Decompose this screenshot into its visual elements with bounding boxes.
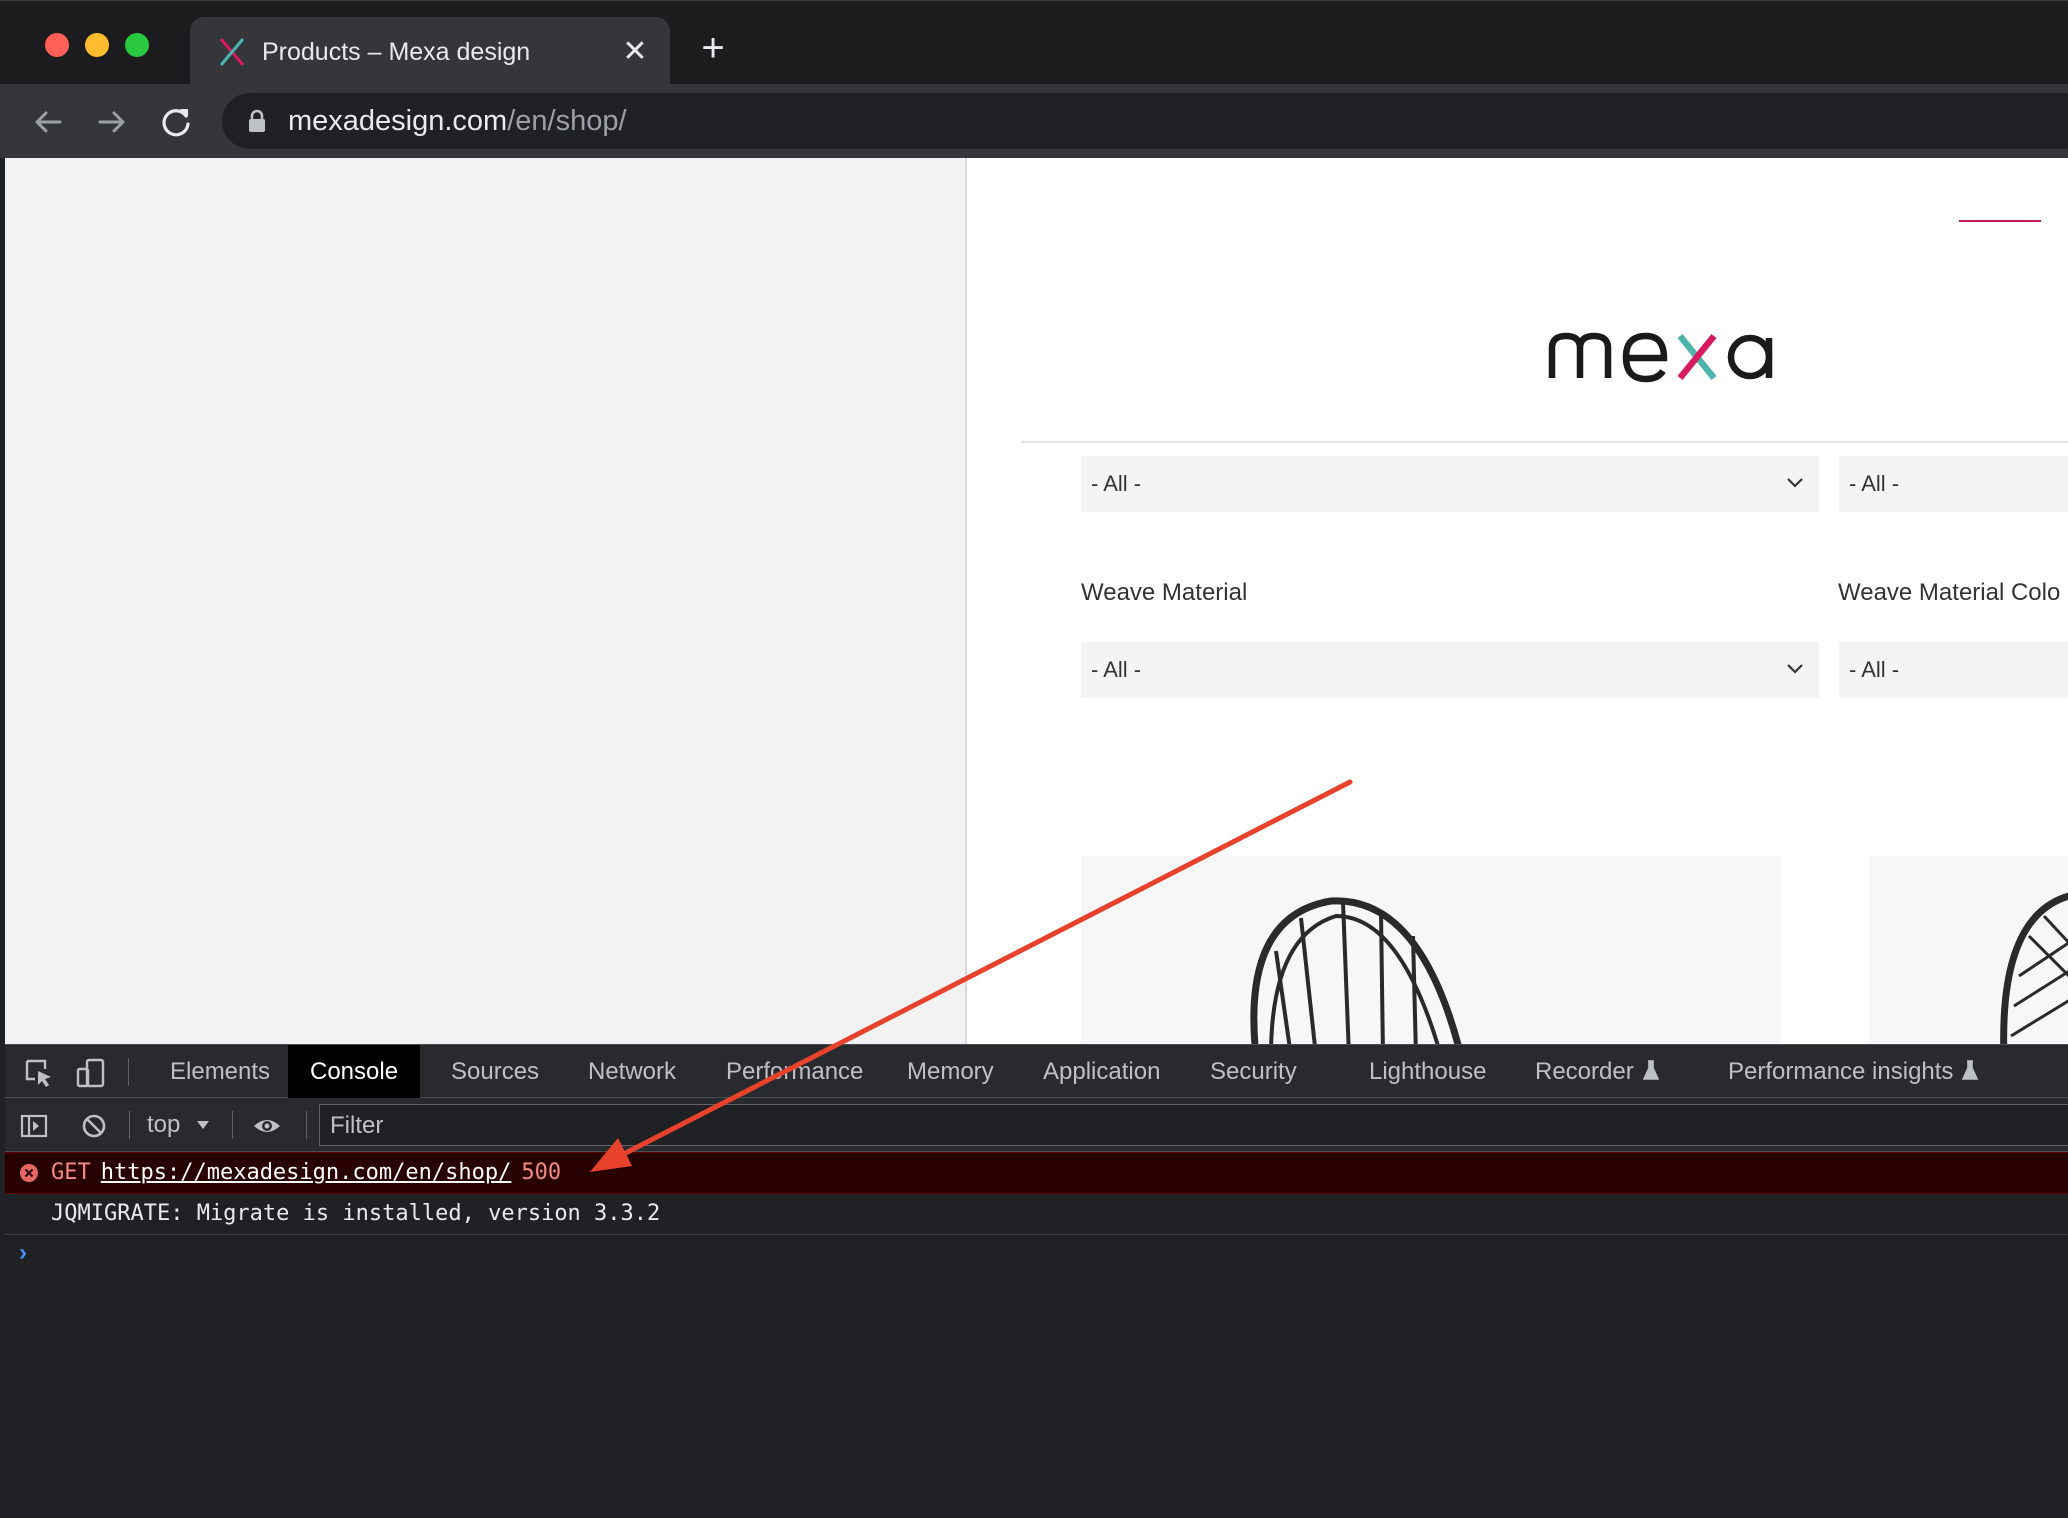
devtools-tab-bar: Elements Console Sources Network Perform… — [5, 1044, 2068, 1098]
error-method: GET — [51, 1160, 91, 1185]
mexa-favicon-icon — [219, 38, 245, 66]
weave-material-color-select[interactable]: - All - — [1839, 642, 2068, 698]
page-viewport: - All - - All - Weave Material Weave Mat… — [5, 158, 2068, 1044]
tab-application[interactable]: Application — [1021, 1045, 1182, 1098]
error-message: GET https://mexadesign.com/en/shop/500 — [51, 1153, 561, 1193]
console-log-row[interactable]: JQMIGRATE: Migrate is installed, version… — [5, 1195, 2068, 1235]
toolbar-separator — [129, 1111, 130, 1139]
tab-memory[interactable]: Memory — [885, 1045, 1016, 1098]
address-bar[interactable]: mexadesign.com/en/shop/ — [222, 93, 2068, 149]
left-blank-panel — [5, 158, 967, 1044]
tab-sources[interactable]: Sources — [429, 1045, 561, 1098]
tab-network[interactable]: Network — [566, 1045, 698, 1098]
weave-material-color-label: Weave Material Colo — [1838, 579, 2061, 606]
url-host: mexadesign.com — [288, 105, 508, 137]
chair-image — [1250, 897, 1462, 1044]
filter-select-1[interactable]: - All - — [1081, 456, 1819, 512]
log-message: JQMIGRATE: Migrate is installed, version… — [51, 1201, 661, 1226]
console-error-row[interactable]: GET https://mexadesign.com/en/shop/500 — [5, 1152, 2068, 1194]
inspect-element-icon[interactable] — [23, 1057, 55, 1089]
reload-icon[interactable] — [154, 100, 198, 144]
device-toolbar-icon[interactable] — [75, 1057, 107, 1089]
new-tab-button[interactable]: + — [693, 28, 733, 69]
back-arrow-icon[interactable] — [26, 100, 70, 144]
error-url-link[interactable]: https://mexadesign.com/en/shop/ — [101, 1160, 512, 1185]
error-x-icon — [20, 1164, 38, 1182]
js-context-selector[interactable]: top — [147, 1110, 180, 1140]
toolbar-separator — [306, 1111, 307, 1139]
browser-toolbar: mexadesign.com/en/shop/ — [0, 84, 2068, 158]
chevron-down-icon — [1787, 664, 1803, 674]
chair-image — [2000, 892, 2068, 1044]
tab-console[interactable]: Console — [288, 1045, 421, 1098]
url-path: /en/shop/ — [507, 105, 627, 137]
toolbar-separator — [128, 1058, 129, 1086]
forward-arrow-icon[interactable] — [90, 100, 134, 144]
show-sidebar-icon[interactable] — [19, 1111, 49, 1141]
console-filter-input[interactable]: Filter — [319, 1104, 2068, 1146]
select-value: - All - — [1849, 471, 1900, 496]
select-value: - All - — [1091, 471, 1142, 496]
error-status-code: 500 — [521, 1160, 562, 1185]
tab-performance-insights-label: Performance insights — [1728, 1058, 1954, 1085]
tab-elements[interactable]: Elements — [148, 1045, 292, 1098]
mexa-logo[interactable] — [1544, 308, 1804, 398]
tab-recorder-label: Recorder — [1535, 1058, 1634, 1085]
console-toolbar: top Filter — [5, 1098, 2068, 1152]
tab-close-icon[interactable]: ✕ — [618, 35, 652, 69]
menu-accent-line[interactable] — [1959, 220, 2041, 222]
product-card-chair-2[interactable] — [1869, 856, 2068, 1044]
header-divider — [1021, 441, 2068, 443]
maximize-window-button[interactable] — [125, 33, 149, 57]
browser-tab-active[interactable]: Products – Mexa design ✕ — [190, 17, 670, 85]
weave-material-select[interactable]: - All - — [1081, 642, 1819, 698]
tab-recorder[interactable]: Recorder — [1513, 1045, 1682, 1098]
live-expression-eye-icon[interactable] — [252, 1111, 282, 1141]
url-text: mexadesign.com/en/shop/ — [288, 104, 627, 138]
select-value: - All - — [1849, 657, 1900, 682]
dropdown-triangle-icon[interactable] — [195, 1115, 211, 1135]
filter-placeholder: Filter — [330, 1112, 384, 1139]
select-value: - All - — [1091, 657, 1142, 682]
minimize-window-button[interactable] — [85, 33, 109, 57]
tab-security[interactable]: Security — [1188, 1045, 1319, 1098]
devtools-panel: Elements Console Sources Network Perform… — [5, 1044, 2068, 1518]
chevron-down-icon — [1787, 478, 1803, 488]
experimental-flask-icon — [1642, 1060, 1659, 1080]
mexa-shop-page: - All - - All - Weave Material Weave Mat… — [969, 158, 2068, 1044]
filter-select-2[interactable]: - All - — [1839, 456, 2068, 512]
tab-performance-insights[interactable]: Performance insights — [1706, 1045, 2001, 1098]
product-card-chair-1[interactable] — [1081, 856, 1781, 1044]
experimental-flask-icon — [1962, 1060, 1979, 1080]
weave-material-label: Weave Material — [1081, 579, 1248, 606]
tab-performance[interactable]: Performance — [704, 1045, 885, 1098]
clear-console-icon[interactable] — [79, 1111, 109, 1141]
toolbar-separator — [232, 1111, 233, 1139]
browser-tab-bar: Products – Mexa design ✕ + — [0, 0, 2068, 85]
close-window-button[interactable] — [45, 33, 69, 57]
lock-icon[interactable] — [246, 108, 268, 134]
console-prompt-chevron[interactable]: › — [19, 1238, 27, 1268]
tab-lighthouse[interactable]: Lighthouse — [1347, 1045, 1508, 1098]
screenshot-root: Products – Mexa design ✕ + mexadesign.co… — [0, 0, 2068, 1518]
tab-title: Products – Mexa design — [262, 38, 531, 66]
